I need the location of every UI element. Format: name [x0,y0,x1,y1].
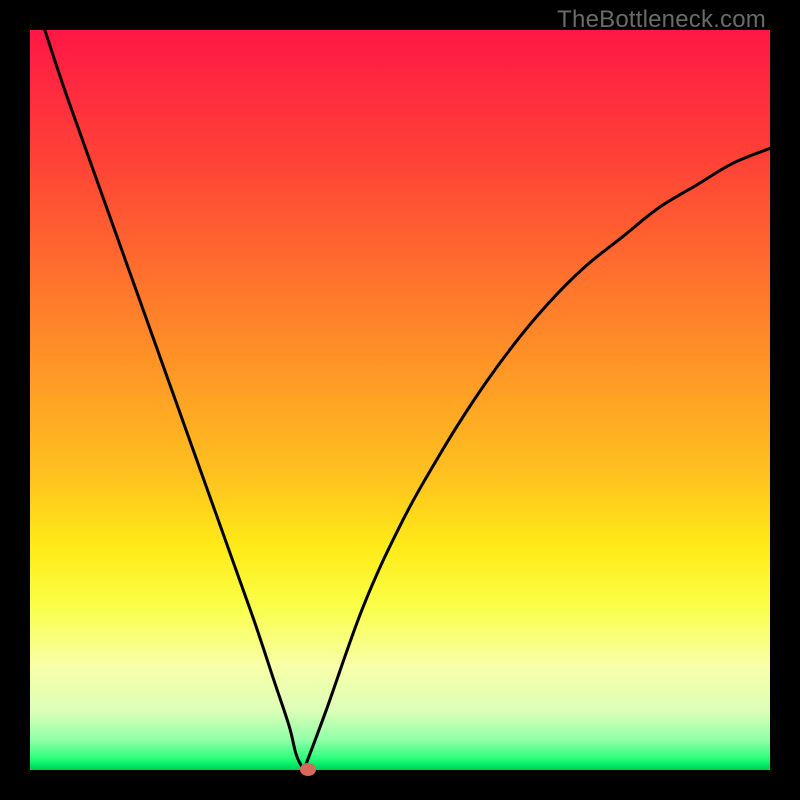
bottleneck-minimum-marker [300,763,316,776]
bottleneck-curve [30,30,770,770]
plot-area [30,30,770,770]
curve-path [45,30,770,770]
chart-frame: TheBottleneck.com [0,0,800,800]
